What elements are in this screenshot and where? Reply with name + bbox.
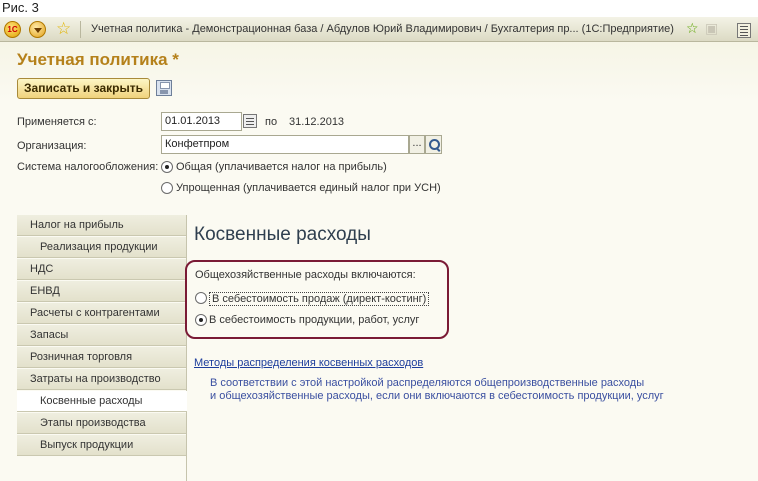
date-to-value: 31.12.2013 xyxy=(289,116,345,128)
tax-system-label: Система налогообложения: xyxy=(17,161,159,173)
history-icon[interactable]: ▣ xyxy=(705,20,718,37)
product-cost-label[interactable]: В себестоимость продукции, работ, услуг xyxy=(209,314,419,326)
date-from-input[interactable]: 01.01.2013 xyxy=(161,112,242,131)
sidebar-item-envd[interactable]: ЕНВД xyxy=(17,281,186,302)
sidebar-item-product-sales[interactable]: Реализация продукции xyxy=(17,237,186,258)
section-title: Косвенные расходы xyxy=(194,224,371,245)
sidebar-item-production-costs[interactable]: Затраты на производство xyxy=(17,369,186,390)
distribution-methods-link[interactable]: Методы распределения косвенных расходов xyxy=(194,357,423,369)
titlebar-separator xyxy=(80,21,81,38)
tax-simplified-label[interactable]: Упрощенная (уплачивается единый налог пр… xyxy=(176,182,441,194)
sidebar-item-counterparties[interactable]: Расчеты с контрагентами xyxy=(17,303,186,324)
save-disk-icon[interactable] xyxy=(156,80,172,96)
add-favorite-icon[interactable]: ☆ xyxy=(686,20,699,37)
window-title: Учетная политика - Демонстрационная база… xyxy=(91,23,674,35)
info-note-line-2: и общехозяйственные расходы, если они вк… xyxy=(210,390,664,402)
organization-input[interactable]: Конфетпром xyxy=(161,135,409,154)
page-title: Учетная политика * xyxy=(17,50,179,69)
sidebar-item-vat[interactable]: НДС xyxy=(17,259,186,280)
figure-label: Рис. 3 xyxy=(2,0,39,15)
applies-from-label: Применяется с: xyxy=(17,116,97,128)
sidebar-item-product-output[interactable]: Выпуск продукции xyxy=(17,435,186,456)
sidebar-item-production-stages[interactable]: Этапы производства xyxy=(17,413,186,434)
window-titlebar: 1С ☆ Учетная политика - Демонстрационная… xyxy=(0,17,758,42)
to-label: по xyxy=(265,116,278,128)
direct-costing-label[interactable]: В себестоимость продаж (директ-костинг) xyxy=(209,292,430,306)
organization-search-icon[interactable] xyxy=(425,135,442,154)
info-note-line-1: В соответствии с этой настройкой распред… xyxy=(210,377,645,389)
calendar-icon[interactable] xyxy=(243,114,257,128)
settings-sidebar: Налог на прибыль Реализация продукции НД… xyxy=(17,215,187,481)
organization-label: Организация: xyxy=(17,140,87,152)
direct-costing-radio[interactable] xyxy=(195,292,207,304)
product-cost-radio[interactable] xyxy=(195,314,207,326)
organization-select-button[interactable]: ... xyxy=(409,135,425,154)
tax-simplified-radio[interactable] xyxy=(161,182,173,194)
sidebar-item-retail[interactable]: Розничная торговля xyxy=(17,347,186,368)
tax-general-radio[interactable] xyxy=(161,161,173,173)
favorite-star-icon[interactable]: ☆ xyxy=(56,19,73,38)
save-and-close-button[interactable]: Записать и закрыть xyxy=(17,78,150,99)
main-menu-icon[interactable] xyxy=(29,21,46,38)
sidebar-item-profit-tax[interactable]: Налог на прибыль xyxy=(17,215,186,236)
calculator-icon[interactable] xyxy=(737,23,751,38)
tax-general-label[interactable]: Общая (уплачивается налог на прибыль) xyxy=(176,161,387,173)
sidebar-item-indirect-costs[interactable]: Косвенные расходы xyxy=(17,391,187,412)
sidebar-item-inventory[interactable]: Запасы xyxy=(17,325,186,346)
app-logo-icon[interactable]: 1С xyxy=(4,21,21,38)
form-content: Учетная политика * Записать и закрыть Пр… xyxy=(0,42,758,481)
general-expenses-group-label: Общехозяйственные расходы включаются: xyxy=(195,269,416,281)
